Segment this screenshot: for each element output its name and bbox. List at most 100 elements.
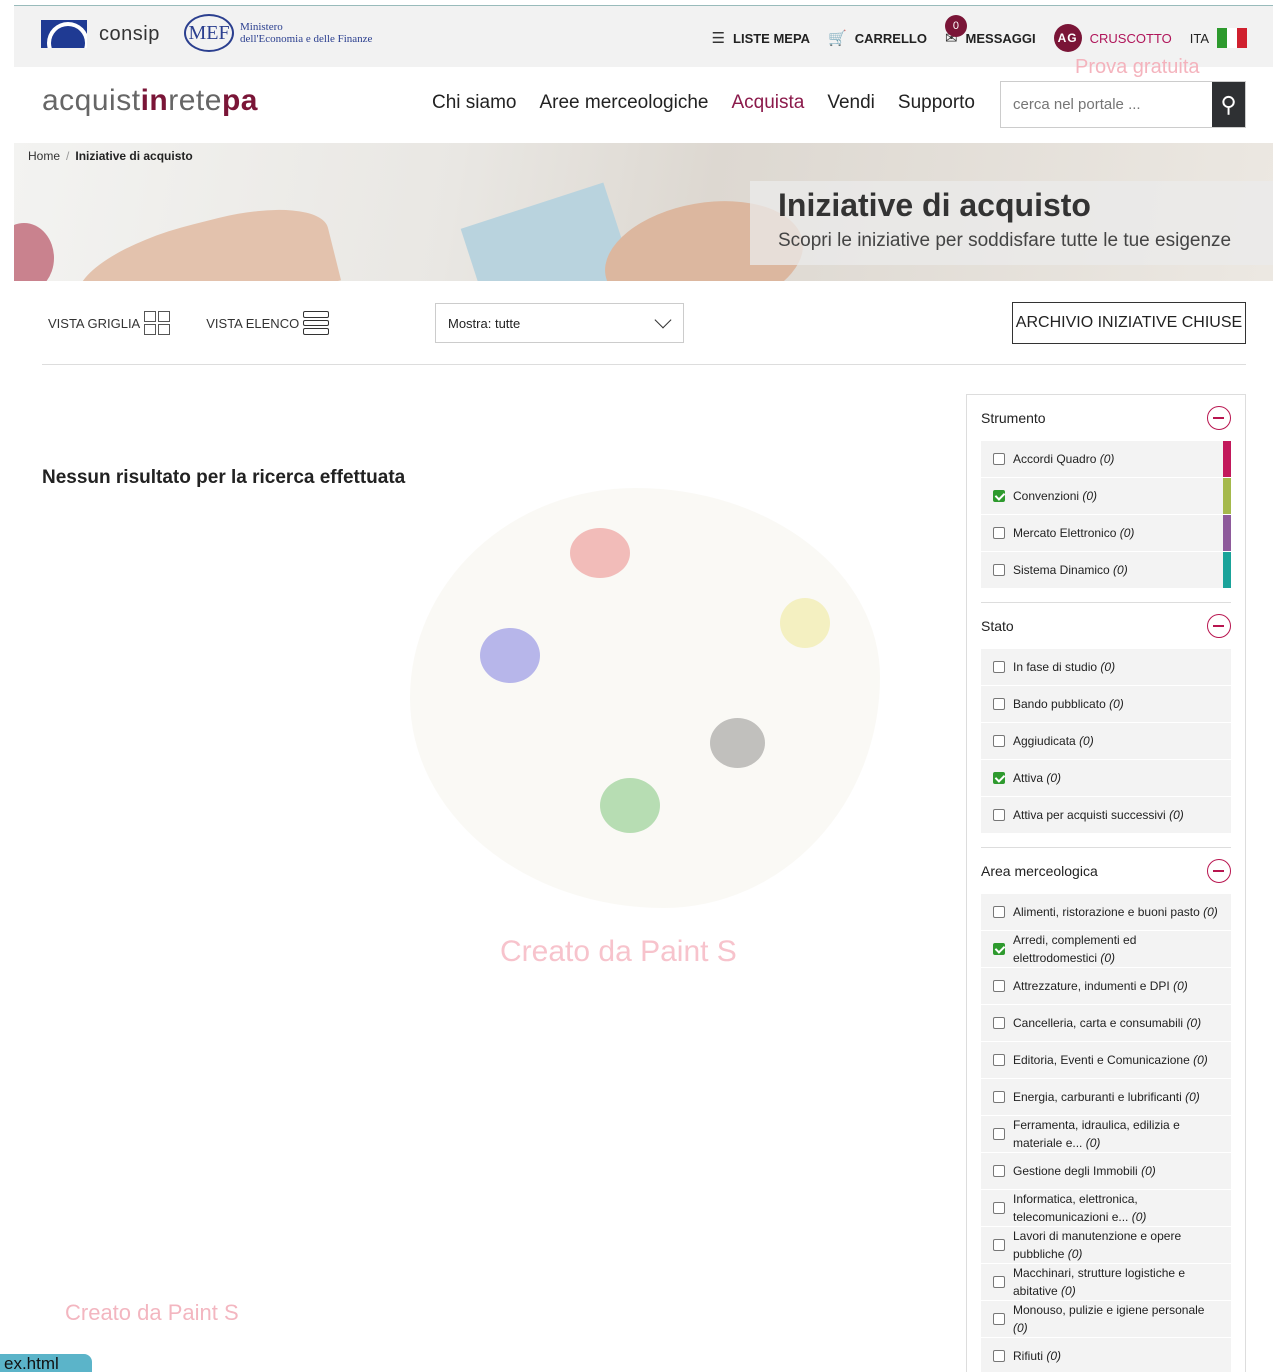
cruscotto-link[interactable]: AG CRUSCOTTO [1053, 24, 1172, 52]
option-label: Cancelleria, carta e consumabili (0) [1013, 1016, 1202, 1030]
checkbox[interactable] [993, 809, 1005, 821]
filter-option[interactable]: Attrezzature, indumenti e DPI (0) [981, 968, 1231, 1005]
filter-option[interactable]: Attiva per acquisti successivi (0) [981, 797, 1231, 834]
palette-watermark [410, 488, 880, 908]
messaggi-link[interactable]: ✉ 0 MESSAGGI [944, 15, 1036, 47]
file-tab[interactable]: ex.html [0, 1354, 92, 1372]
checkbox[interactable] [993, 1165, 1005, 1177]
checkbox[interactable] [993, 1239, 1005, 1251]
filter-option[interactable]: Arredi, complementi ed elettrodomestici … [981, 931, 1231, 968]
list-view-button[interactable]: VISTA ELENCO [206, 311, 330, 336]
watermark-text: Creato da Paint S [500, 935, 737, 968]
option-label: Rifiuti (0) [1013, 1349, 1062, 1363]
filter-option[interactable]: Energia, carburanti e lubrificanti (0) [981, 1079, 1231, 1116]
filter-option[interactable]: Ferramenta, idraulica, edilizia e materi… [981, 1116, 1231, 1153]
section-title: Area merceologica [981, 863, 1098, 879]
checkbox[interactable] [993, 1313, 1005, 1325]
checkbox[interactable] [993, 980, 1005, 992]
nav-aree-merceologiche[interactable]: Aree merceologiche [539, 92, 708, 114]
filter-option[interactable]: Mercato Elettronico (0) [981, 515, 1231, 552]
filter-option[interactable]: Convenzioni (0) [981, 478, 1231, 515]
checkbox[interactable] [993, 698, 1005, 710]
section-divider [981, 589, 1231, 603]
option-label: Accordi Quadro (0) [1013, 452, 1115, 466]
menu-icon: ☰ [711, 30, 726, 47]
checkbox[interactable] [993, 527, 1005, 539]
filter-option[interactable]: Lavori di manutenzione e opere pubbliche… [981, 1227, 1231, 1264]
checkbox[interactable] [993, 772, 1005, 784]
show-filter-select[interactable]: Mostra: tutte [435, 303, 684, 343]
option-label: Energia, carburanti e lubrificanti (0) [1013, 1090, 1200, 1104]
consip-logo[interactable]: consip [41, 20, 160, 48]
mef-badge: MEF [184, 14, 234, 52]
filter-section-strumento[interactable]: Strumento [981, 395, 1231, 441]
option-label: Bando pubblicato (0) [1013, 697, 1124, 711]
checkbox[interactable] [993, 1350, 1005, 1362]
messaggi-label: MESSAGGI [965, 30, 1036, 46]
filter-option[interactable]: Accordi Quadro (0) [981, 441, 1231, 478]
collapse-icon[interactable] [1207, 859, 1231, 883]
checkbox[interactable] [993, 943, 1005, 955]
checkbox[interactable] [993, 453, 1005, 465]
filter-section-stato[interactable]: Stato [981, 603, 1231, 649]
filter-option[interactable]: Rifiuti (0) [981, 1338, 1231, 1372]
prova-gratuita-watermark: Prova gratuita [1075, 56, 1200, 78]
filter-option[interactable]: Monouso, pulizie e igiene personale (0) [981, 1301, 1231, 1338]
filter-option[interactable]: Alimenti, ristorazione e buoni pasto (0) [981, 894, 1231, 931]
filter-option[interactable]: Sistema Dinamico (0) [981, 552, 1231, 589]
brand-part-4: pa [221, 84, 258, 117]
watermark-text-2: Creato da Paint S [65, 1300, 239, 1325]
collapse-icon[interactable] [1207, 614, 1231, 638]
checkbox[interactable] [993, 1091, 1005, 1103]
top-nav: ☰ LISTE MEPA 🛒 CARRELLO ✉ 0 MESSAGGI AG C… [712, 15, 1247, 52]
cruscotto-label: CRUSCOTTO [1089, 30, 1172, 46]
checkbox[interactable] [993, 1276, 1005, 1288]
filter-option[interactable]: In fase di studio (0) [981, 649, 1231, 686]
filter-section-area[interactable]: Area merceologica [981, 848, 1231, 894]
search-input[interactable] [1001, 82, 1212, 127]
nav-vendi[interactable]: Vendi [827, 92, 875, 114]
checkbox[interactable] [993, 1128, 1005, 1140]
nav-supporto[interactable]: Supporto [898, 92, 975, 114]
checkbox[interactable] [993, 661, 1005, 673]
nav-chi-siamo[interactable]: Chi siamo [432, 92, 516, 114]
breadcrumb-home[interactable]: Home [28, 149, 60, 163]
language-label: ITA [1189, 30, 1209, 46]
checkbox[interactable] [993, 906, 1005, 918]
language-selector[interactable]: ITA [1190, 28, 1247, 48]
archive-button[interactable]: ARCHIVIO INIZIATIVE CHIUSE [1012, 302, 1246, 344]
checkbox[interactable] [993, 1017, 1005, 1029]
section-title: Stato [981, 618, 1014, 634]
filter-option[interactable]: Bando pubblicato (0) [981, 686, 1231, 723]
nav-acquista[interactable]: Acquista [731, 92, 804, 114]
site-logo[interactable]: acquistinretepa [42, 84, 258, 118]
mef-logo[interactable]: MEF Ministero dell'Economia e delle Fina… [184, 14, 372, 52]
filter-option[interactable]: Informatica, elettronica, telecomunicazi… [981, 1190, 1231, 1227]
filter-option[interactable]: Cancelleria, carta e consumabili (0) [981, 1005, 1231, 1042]
checkbox[interactable] [993, 1054, 1005, 1066]
liste-mepa-link[interactable]: ☰ LISTE MEPA [712, 29, 811, 47]
option-label: Mercato Elettronico (0) [1013, 526, 1135, 540]
divider [42, 364, 1246, 365]
color-marker [1223, 515, 1231, 551]
filter-option[interactable]: Gestione degli Immobili (0) [981, 1153, 1231, 1190]
checkbox[interactable] [993, 490, 1005, 502]
checkbox[interactable] [993, 1202, 1005, 1214]
search-button[interactable]: ⚲ [1212, 82, 1245, 127]
filter-option[interactable]: Macchinari, strutture logistiche e abita… [981, 1264, 1231, 1301]
filter-option[interactable]: Aggiudicata (0) [981, 723, 1231, 760]
grid-view-button[interactable]: VISTA GRIGLIA [48, 311, 171, 335]
option-label: Macchinari, strutture logistiche e abita… [1013, 1266, 1186, 1298]
option-label: Arredi, complementi ed elettrodomestici … [1013, 933, 1137, 965]
filter-option[interactable]: Editoria, Eventi e Comunicazione (0) [981, 1042, 1231, 1079]
breadcrumb-current: Iniziative di acquisto [75, 149, 193, 163]
main-nav: Chi siamo Aree merceologiche Acquista Ve… [432, 92, 975, 114]
collapse-icon[interactable] [1207, 406, 1231, 430]
filter-option[interactable]: Attiva (0) [981, 760, 1231, 797]
carrello-link[interactable]: 🛒 CARRELLO [828, 29, 927, 47]
list-view-label: VISTA ELENCO [206, 315, 300, 331]
checkbox[interactable] [993, 564, 1005, 576]
option-label: In fase di studio (0) [1013, 660, 1116, 674]
option-label: Sistema Dinamico (0) [1013, 563, 1128, 577]
checkbox[interactable] [993, 735, 1005, 747]
